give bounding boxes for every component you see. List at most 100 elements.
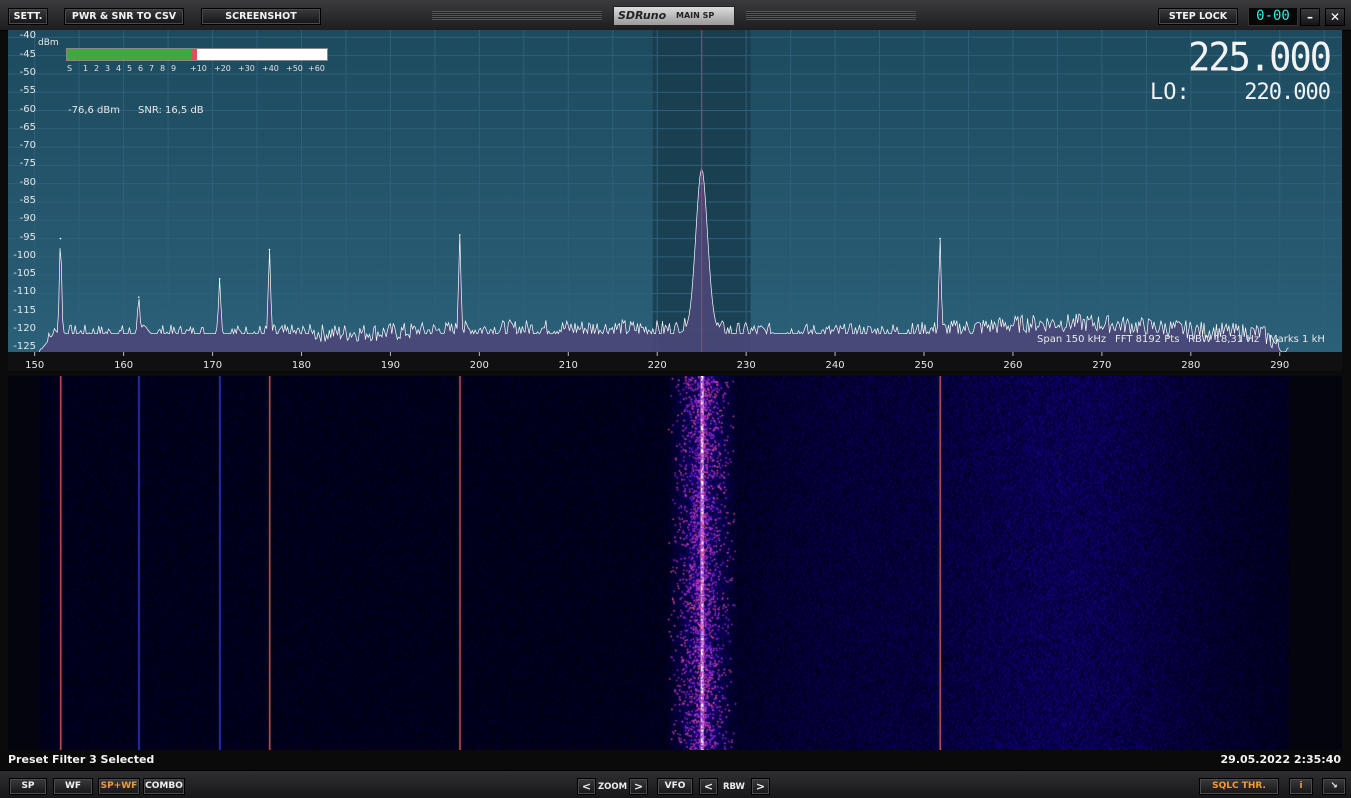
step-lock-button[interactable]: STEP LOCK	[1158, 8, 1238, 25]
y-tick-label: -125	[13, 341, 36, 353]
sp-button[interactable]: SP	[9, 778, 47, 795]
wf-button[interactable]: WF	[53, 778, 93, 795]
power-readout: -76,6 dBm	[68, 105, 121, 116]
x-tick-label: 150	[25, 360, 45, 371]
meter-scale-label: +20	[214, 64, 231, 73]
info-button[interactable]: i	[1289, 778, 1313, 795]
rbw-label: RBW	[723, 782, 745, 792]
waterfall-display[interactable]	[8, 376, 1342, 750]
spectrum-peak	[137, 296, 140, 298]
y-tick-label: -105	[13, 268, 36, 280]
y-tick-label: -40	[19, 30, 36, 42]
spectrum-peak	[458, 234, 461, 236]
x-tick-label: 250	[914, 360, 934, 371]
spectrum-plot[interactable]	[8, 30, 1342, 371]
signal-meter	[66, 48, 328, 61]
lo-frequency-display[interactable]: 220.000	[1200, 80, 1331, 105]
meter-scale-label: +40	[262, 64, 279, 73]
rbw-up-button[interactable]: >	[751, 778, 770, 795]
y-tick-label: -55	[19, 85, 36, 97]
resize-icon[interactable]: ↘	[1322, 778, 1346, 795]
spectrum-peak	[268, 248, 271, 251]
y-tick-label: -90	[19, 213, 36, 225]
x-tick-label: 190	[380, 360, 400, 371]
meter-scale-label: 1	[83, 64, 89, 73]
y-tick-label: -60	[19, 103, 36, 115]
y-tick-label: -110	[13, 286, 36, 298]
x-tick-label: 290	[1270, 360, 1290, 371]
meter-scale-label: +50	[286, 64, 303, 73]
lo-label: LO:	[1150, 80, 1190, 105]
x-tick-label: 160	[114, 360, 134, 371]
x-tick-label: 180	[291, 360, 312, 371]
fft-info: FFT 8192 Pts	[1115, 334, 1180, 345]
status-bar: Preset Filter 3 Selected 29.05.2022 2:35…	[0, 750, 1351, 770]
x-tick-label: 230	[736, 360, 756, 371]
x-tick-label: 220	[647, 360, 667, 371]
unit-label: dBm	[38, 38, 59, 48]
sdruno-logo: SDRuno MAIN SP	[613, 6, 735, 26]
window-drag-grip[interactable]	[432, 11, 602, 20]
x-tick-label: 270	[1092, 360, 1112, 371]
sqlc-threshold-button[interactable]: SQLC THR.	[1199, 778, 1279, 795]
y-tick-label: -85	[19, 194, 36, 206]
y-tick-label: -100	[13, 249, 36, 261]
y-tick-label: -120	[13, 323, 36, 335]
marks-info: Marks 1 kH	[1269, 334, 1325, 345]
meter-scale-label: S	[67, 64, 73, 73]
y-tick-label: -80	[19, 176, 36, 188]
rbw-info: RBW 18,31 Hz	[1188, 334, 1260, 345]
meter-scale-label: +30	[238, 64, 255, 73]
x-tick-label: 240	[825, 360, 845, 371]
y-tick-label: -95	[19, 231, 36, 243]
span-info: Span 150 kHz	[1037, 334, 1107, 345]
meter-scale-label: +10	[190, 64, 207, 73]
combo-button[interactable]: COMBO	[143, 778, 185, 795]
spectrum-peak	[59, 237, 62, 240]
spectrum-peak	[218, 278, 221, 280]
x-tick-label: 260	[1003, 360, 1023, 371]
bottom-toolbar: SP WF SP+WF COMBO < ZOOM > VFO < RBW > S…	[0, 770, 1351, 798]
window-name: MAIN SP	[676, 11, 715, 20]
clock-display: 0-00	[1248, 7, 1298, 26]
meter-scale-label: 3	[105, 64, 111, 73]
top-toolbar: SETT. PWR & SNR TO CSV SCREENSHOT SDRuno…	[0, 0, 1351, 31]
y-tick-label: -45	[19, 48, 36, 60]
zoom-label: ZOOM	[598, 782, 628, 792]
meter-scale-label: +60	[308, 64, 325, 73]
spectrum-peak	[939, 237, 941, 240]
vfo-button[interactable]: VFO	[657, 778, 693, 795]
signal-meter-peak	[191, 49, 197, 60]
close-icon[interactable]: ✕	[1325, 8, 1345, 26]
meter-scale-label: 6	[138, 64, 144, 73]
zoom-out-button[interactable]: <	[577, 778, 596, 795]
zoom-in-button[interactable]: >	[629, 778, 648, 795]
y-tick-label: -70	[19, 140, 36, 152]
y-tick-label: -65	[19, 121, 36, 133]
signal-meter-fill	[67, 49, 191, 60]
pwr-snr-csv-button[interactable]: PWR & SNR TO CSV	[64, 8, 184, 25]
meter-scale-label: 7	[149, 64, 155, 73]
sp-wf-button[interactable]: SP+WF	[98, 778, 140, 795]
settings-button[interactable]: SETT.	[8, 8, 48, 25]
x-tick-label: 210	[558, 360, 578, 371]
x-tick-label: 200	[469, 360, 489, 371]
y-tick-label: -115	[13, 304, 36, 316]
window-drag-grip-right[interactable]	[746, 11, 916, 20]
meter-scale-label: 5	[127, 64, 133, 73]
meter-scale-label: 4	[116, 64, 122, 73]
y-tick-label: -50	[19, 66, 36, 78]
rbw-down-button[interactable]: <	[699, 778, 718, 795]
minimize-icon[interactable]: –	[1300, 8, 1320, 26]
x-tick-label: 280	[1181, 360, 1201, 371]
meter-scale-label: 9	[171, 64, 177, 73]
status-message: Preset Filter 3 Selected	[8, 753, 155, 766]
status-datetime: 29.05.2022 2:35:40	[1220, 753, 1341, 766]
logo-text: SDRuno	[618, 9, 667, 22]
meter-scale-label: 8	[160, 64, 166, 73]
screenshot-button[interactable]: SCREENSHOT	[201, 8, 321, 25]
y-tick-label: -75	[19, 158, 36, 170]
snr-readout: SNR: 16,5 dB	[138, 105, 204, 116]
vfo-frequency-display[interactable]: 225.000	[1160, 35, 1332, 80]
meter-scale-label: 2	[94, 64, 100, 73]
